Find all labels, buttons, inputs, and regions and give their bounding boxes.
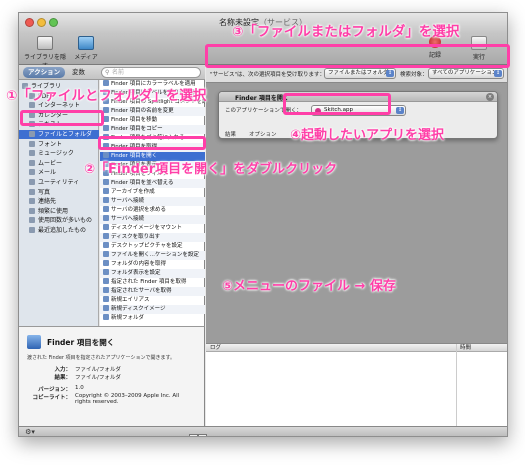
action-item[interactable]: サーバの選択を求める xyxy=(100,206,205,215)
action-item[interactable]: 新規フォルダ xyxy=(100,314,205,323)
annotation-step1: ①「ファイルとフォルダ」を選択 xyxy=(6,88,207,104)
popup-arrow-icon: ↕ xyxy=(494,70,502,77)
action-item[interactable]: 指定された Finder 項目を取得 xyxy=(100,278,205,287)
action-icon xyxy=(103,233,109,239)
library-item[interactable]: 最近追加したもの xyxy=(19,226,99,235)
action-icon xyxy=(103,197,109,203)
popup-arrow-icon: ↕ xyxy=(396,107,404,114)
gear-icon[interactable]: ⚙▾ xyxy=(23,428,37,436)
library-item[interactable]: 連絡先 xyxy=(19,197,99,206)
folder-icon xyxy=(29,188,35,195)
action-icon xyxy=(103,251,109,257)
action-item[interactable]: Finder 項目の名前を変更 xyxy=(100,107,205,116)
action-icon xyxy=(103,179,109,185)
action-icon xyxy=(103,215,109,221)
folder-icon xyxy=(29,169,35,176)
folder-icon xyxy=(29,179,35,185)
folder-icon xyxy=(29,217,35,224)
close-action-icon[interactable]: × xyxy=(486,93,494,101)
folder-icon xyxy=(29,131,35,137)
bottom-bar: ⚙▾ xyxy=(19,426,507,436)
service-target-popup[interactable]: すべてのアプリケーション ↕ xyxy=(428,68,504,79)
action-icon xyxy=(103,188,109,194)
column-view-icon[interactable] xyxy=(198,434,207,436)
folder-icon xyxy=(29,159,35,166)
annotation-step3: ③「ファイルまたはフォルダ」を選択 xyxy=(232,24,460,40)
action-item[interactable]: 新規ディスクイメージ xyxy=(100,305,205,314)
action-item[interactable]: Finder 項目をコピー xyxy=(100,125,205,134)
action-item[interactable]: フォルダの内容を取得 xyxy=(100,260,205,269)
action-icon xyxy=(103,269,109,275)
action-item[interactable]: ディスクイメージをマウント xyxy=(100,224,205,233)
annotation-step2: ②「Finder項目を開く」をダブルクリック xyxy=(84,162,338,177)
log-header: ログ 時間 xyxy=(206,344,507,352)
library-item[interactable]: フォント xyxy=(19,140,99,149)
action-item[interactable]: ファイルを開く…ケーションを設定 xyxy=(100,251,205,260)
log-column-header[interactable]: ログ xyxy=(210,344,221,352)
library-item[interactable]: ファイルとフォルダ xyxy=(19,130,99,139)
description-title: Finder 項目を開く xyxy=(47,338,115,347)
action-item[interactable]: ディスクを取り出す xyxy=(100,233,205,242)
action-icon xyxy=(103,224,109,230)
action-list: Finder 項目にカラーラベルを適用 Finder 項目にラベルを割り当てる Fi… xyxy=(100,80,205,326)
options-tab[interactable]: オプション xyxy=(249,130,277,138)
description-text: 渡された Finder 項目を指定されたアプリケーションで開きます。 xyxy=(27,355,175,361)
annotation-step5: ⑤メニューのファイル → 保存 xyxy=(222,279,396,294)
library-item[interactable]: ミュージック xyxy=(19,149,99,158)
finder-icon xyxy=(27,335,41,349)
folder-icon xyxy=(29,150,35,157)
action-icon xyxy=(103,278,109,284)
action-description: Finder 項目を開く 渡された Finder 項目を指定されたアプリケーショ… xyxy=(19,326,205,426)
log-pane: ログ 時間 xyxy=(206,343,507,427)
highlight-application-popup xyxy=(283,93,391,115)
tab-variables[interactable]: 変数 xyxy=(67,67,90,78)
media-button[interactable]: メディア xyxy=(71,36,101,61)
annotation-step4: ④起動したいアプリを選択 xyxy=(290,128,445,143)
highlight-service-bar xyxy=(205,44,510,68)
time-column-header[interactable]: 時間 xyxy=(460,344,471,352)
tab-actions[interactable]: アクション xyxy=(23,67,66,78)
view-buttons xyxy=(189,428,209,436)
action-icon xyxy=(103,242,109,248)
popup-arrow-icon: ↕ xyxy=(386,70,394,77)
list-view-icon[interactable] xyxy=(189,434,198,436)
action-item[interactable]: 指定されたサーバを取得 xyxy=(100,287,205,296)
action-item[interactable]: アーカイブを作成 xyxy=(100,188,205,197)
action-icon xyxy=(103,260,109,266)
library-item[interactable]: 写真 xyxy=(19,188,99,197)
service-target-label: 検索対象： xyxy=(400,72,428,78)
action-icon xyxy=(103,305,109,311)
service-prefix-label: "サービス"は、次の選択項目を受け取ります： xyxy=(210,72,326,78)
action-item[interactable]: Finder 項目を移動 xyxy=(100,116,205,125)
folder-icon xyxy=(29,140,35,147)
action-icon xyxy=(103,314,109,320)
library-item[interactable]: ユーティリティ xyxy=(19,178,99,187)
library-item[interactable]: 使用回数が多いもの xyxy=(19,216,99,225)
highlight-open-finder-items xyxy=(98,136,206,150)
action-icon xyxy=(103,206,109,212)
folder-icon xyxy=(29,198,35,205)
library-item[interactable]: 頻繁に使用 xyxy=(19,207,99,216)
action-item[interactable]: フォルダ表示を設定 xyxy=(100,269,205,278)
library-icon xyxy=(37,36,53,50)
action-item[interactable]: Finder 項目を並べ替える xyxy=(100,179,205,188)
log-column-divider xyxy=(456,344,457,427)
folder-icon xyxy=(29,227,35,233)
media-icon xyxy=(78,36,94,50)
results-tab[interactable]: 結果 xyxy=(225,130,236,138)
action-item[interactable]: サーバへ接続 xyxy=(100,197,205,206)
action-icon xyxy=(103,287,109,293)
highlight-file-folder xyxy=(20,110,104,126)
search-input[interactable]: ⚲ 名前 xyxy=(101,67,201,78)
action-icon xyxy=(103,125,109,131)
service-input-popup[interactable]: ファイルまたはフォルダ ↕ xyxy=(324,68,396,79)
automator-window: 名称未設定（サービス） ライブラリを隠す メディア 記録 実行 アクション 変数 xyxy=(18,12,508,437)
action-item[interactable]: デスクトップピクチャを設定 xyxy=(100,242,205,251)
folder-icon xyxy=(29,207,35,214)
screenshot-stage: 名称未設定（サービス） ライブラリを隠す メディア 記録 実行 アクション 変数 xyxy=(0,0,525,465)
search-icon: ⚲ xyxy=(105,69,110,76)
action-item[interactable]: サーバへ接続 xyxy=(100,215,205,224)
action-item[interactable]: 新規エイリアス xyxy=(100,296,205,305)
action-icon xyxy=(103,296,109,302)
